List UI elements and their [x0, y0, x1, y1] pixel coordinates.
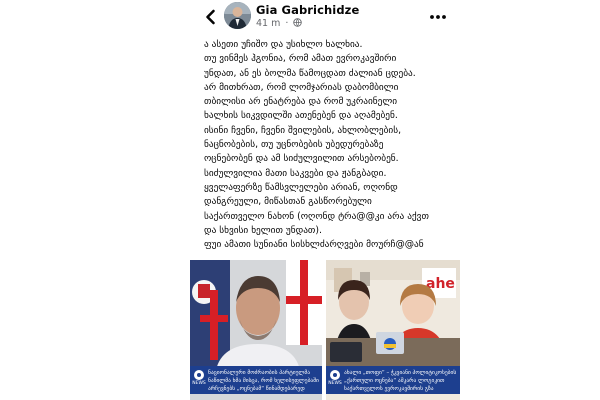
post-text-line: ა ასეთი უჩიშო და უსიხლო ხალხია.	[204, 39, 363, 50]
news-logo: NEWS	[328, 370, 342, 390]
caption-line: ახალი „თოფი“ – ჭკვიანი პოლიტიკოსების	[344, 370, 457, 376]
news-label: NEWS	[328, 381, 342, 386]
post-text: ა ასეთი უჩიშო და უსიხლო ხალხია. თუ ვინმე…	[204, 38, 456, 252]
news-logo-icon	[330, 370, 340, 380]
caption-line: ნაწილმა ხმა მისცა, რომ ხელისუფლებაში	[208, 378, 319, 384]
caption-line: არჩევნებს „ოცნებამ“ წინამდებარედ	[208, 386, 305, 392]
caption-line: ნაციონალური მოძრაობის პარტიულმა	[208, 370, 311, 376]
news-logo-icon	[194, 370, 204, 380]
post-text-line: ფუი ამათი სუნიანი სისხლძარღვები მოურჩ@@ა…	[204, 239, 424, 251]
more-options-icon[interactable]	[428, 8, 448, 20]
news-caption: NEWS ნაციონალური მოძრაობის პარტიულმა ნაწ…	[190, 366, 322, 394]
meta-separator: ·	[285, 18, 289, 29]
author-name[interactable]: Gia Gabrichidze	[256, 3, 359, 17]
post-text-line: უნდათ, ან ეს ბოლმა წამოცდათ ძალიან ცდება…	[204, 67, 416, 79]
post-time[interactable]: 41 m	[256, 18, 280, 29]
post-meta: 41 m ·	[256, 18, 303, 30]
post-text-line: საქართველო ნახონ (ოღონდ ტრა@@კი არა აქვთ	[204, 210, 429, 222]
post-card: Gia Gabrichidze 41 m · ა ასეთი უჩიშო და …	[190, 0, 460, 400]
caption-line: „ქართული ოცნება“ აშკარა ლოგიკით	[344, 378, 445, 384]
news-logo: NEWS	[192, 370, 206, 390]
globe-icon	[293, 18, 303, 30]
news-label: NEWS	[192, 381, 206, 386]
avatar[interactable]	[224, 2, 251, 29]
media-thumbnail-2[interactable]: ahe NEWS ახალი „თოფი“ – ჭკვიანი პოლიტიკო…	[326, 260, 460, 400]
back-arrow-icon[interactable]	[202, 8, 220, 26]
post-text-line: ყველაფერზე წამსვლელები არიან, ოღონდ	[204, 181, 398, 193]
post-header: Gia Gabrichidze 41 m ·	[190, 0, 460, 36]
post-text-line: არ მითხრათ, რომ ლომჯარიას დაბომბილი	[204, 81, 399, 93]
post-text-line: და სხვისი ხელით უნდათ).	[204, 224, 322, 236]
post-text-line: დანგრეული, მიწასთან გასწორებული	[204, 196, 372, 208]
post-text-line: თბილისი არ ენატრება და რომ უკრაინელი	[204, 96, 398, 108]
post-text-line: სიძულვილია მათი საკვები და ჟანგბადი.	[204, 167, 387, 179]
post-text-line: თუ ვინმეს ჰგონია, რომ ამათ ევროკავშირი	[204, 53, 397, 65]
media-thumbnail-1[interactable]: NEWS ნაციონალური მოძრაობის პარტიულმა ნაწ…	[190, 260, 322, 400]
post-text-line: ოცნებობენ და ამ სიძულვილით არსებობენ.	[204, 153, 399, 165]
post-text-line: ხალხის სიკვდილში ათენებენ და აღამებენ.	[204, 110, 398, 122]
post-text-line: ნაცნობების, თუ უცნობების უბედურებაზე	[204, 139, 384, 151]
post-text-line: ისინი ჩვენი, ჩვენი შვილების, ახლობლების,	[204, 124, 402, 136]
caption-line: საქართველოს ევროკავშირის გზა	[344, 386, 434, 392]
news-caption: NEWS ახალი „თოფი“ – ჭკვიანი პოლიტიკოსები…	[326, 366, 460, 394]
